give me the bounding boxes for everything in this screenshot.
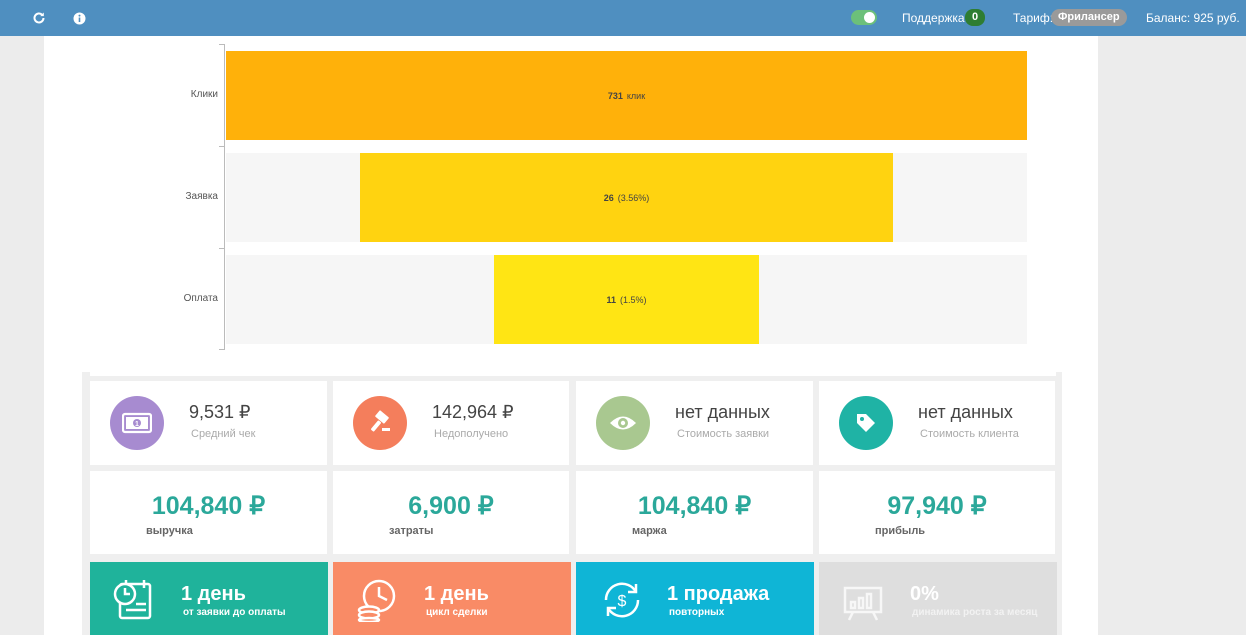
funnel-label-payment: Оплата <box>183 293 218 304</box>
svg-text:$: $ <box>618 593 627 610</box>
profit-label: прибыль <box>875 525 926 537</box>
stat-label: Средний чек <box>191 428 256 440</box>
funnel-bar-clicks[interactable]: 731 клик <box>226 51 1027 140</box>
funnel-axis <box>224 44 225 350</box>
info-icon[interactable] <box>71 10 87 26</box>
kpi-card-monthly-growth: 0% динамика роста за месяц <box>819 562 1057 635</box>
stat-value: нет данных <box>918 402 1013 422</box>
stat-value: нет данных <box>675 402 770 422</box>
margin-label: маржа <box>632 525 667 537</box>
eye-icon <box>596 396 650 450</box>
tariff-label: Тариф: <box>1013 11 1054 25</box>
funnel-value-suffix: клик <box>626 90 646 101</box>
profit-value: 97,940 ₽ <box>887 492 987 520</box>
funnel-value-suffix: (1.5%) <box>619 294 647 305</box>
kpi-label: повторных <box>669 607 725 618</box>
stat-label: Недополучено <box>434 428 509 440</box>
margin-card: 104,840 ₽ маржа <box>576 471 813 554</box>
support-link[interactable]: Поддержка <box>902 11 965 25</box>
revenue-label: выручка <box>146 525 193 537</box>
repeat-dollar-icon: $ <box>598 578 642 622</box>
money-icon: 1 <box>110 396 164 450</box>
kpi-card-deal-cycle: 1 день цикл сделки <box>333 562 571 635</box>
clock-coins-icon <box>355 578 399 624</box>
top-bar: Поддержка 0 Тариф: Фрилансер Баланс: 925… <box>0 0 1246 36</box>
axis-tick <box>219 44 224 45</box>
kpi-label: динамика роста за месяц <box>912 607 1038 618</box>
profit-card: 97,940 ₽ прибыль <box>819 471 1055 554</box>
funnel-bar-payment[interactable]: 11 (1.5%) <box>494 255 759 344</box>
revenue-card: 104,840 ₽ выручка <box>90 471 327 554</box>
refresh-icon[interactable] <box>31 10 47 26</box>
stat-card-average-check: 1 9,531 ₽ Средний чек <box>90 381 327 465</box>
kpi-value: 0% <box>910 583 939 605</box>
status-toggle[interactable] <box>851 10 877 25</box>
kpi-label: цикл сделки <box>426 607 488 618</box>
margin-value: 104,840 ₽ <box>637 492 752 520</box>
funnel-value-suffix: (3.56%) <box>617 192 650 203</box>
kpi-value: 1 день <box>181 583 246 605</box>
stat-card-request-cost: нет данных Стоимость заявки <box>576 381 813 465</box>
kpi-label: от заявки до оплаты <box>183 607 286 618</box>
costs-label: затраты <box>389 525 434 537</box>
axis-tick <box>219 349 224 350</box>
axis-tick <box>219 248 224 249</box>
calendar-clock-icon <box>112 578 156 622</box>
kpi-value: 1 продажа <box>667 583 770 605</box>
stat-label: Стоимость заявки <box>677 428 770 440</box>
tariff-badge[interactable]: Фрилансер <box>1051 9 1127 26</box>
costs-value: 6,900 ₽ <box>408 492 494 520</box>
funnel-bar-request[interactable]: 26 (3.56%) <box>360 153 893 242</box>
kpi-card-request-to-payment: 1 день от заявки до оплаты <box>90 562 328 635</box>
balance-text: Баланс: 925 руб. <box>1146 11 1240 25</box>
stat-value: 9,531 ₽ <box>189 402 251 422</box>
revenue-value: 104,840 ₽ <box>151 492 266 520</box>
stat-label: Стоимость клиента <box>920 428 1019 440</box>
stat-card-lost: 142,964 ₽ Недополучено <box>333 381 569 465</box>
costs-card: 6,900 ₽ затраты <box>333 471 569 554</box>
tag-icon <box>839 396 893 450</box>
kpi-value: 1 день <box>424 583 489 605</box>
svg-text:1: 1 <box>135 421 139 428</box>
growth-chart-icon <box>841 578 885 622</box>
funnel-value: 731 <box>607 90 623 101</box>
funnel-value: 11 <box>606 294 616 305</box>
kpi-card-repeat-sales: $ 1 продажа повторных <box>576 562 814 635</box>
funnel-label-request: Заявка <box>185 191 219 202</box>
axis-tick <box>219 146 224 147</box>
stat-card-client-cost: нет данных Стоимость клиента <box>819 381 1055 465</box>
funnel-value: 26 <box>603 192 614 203</box>
funnel-label-clicks: Клики <box>190 89 218 100</box>
support-count-badge: 0 <box>965 9 985 26</box>
gavel-icon <box>353 396 407 450</box>
stat-value: 142,964 ₽ <box>432 402 514 422</box>
